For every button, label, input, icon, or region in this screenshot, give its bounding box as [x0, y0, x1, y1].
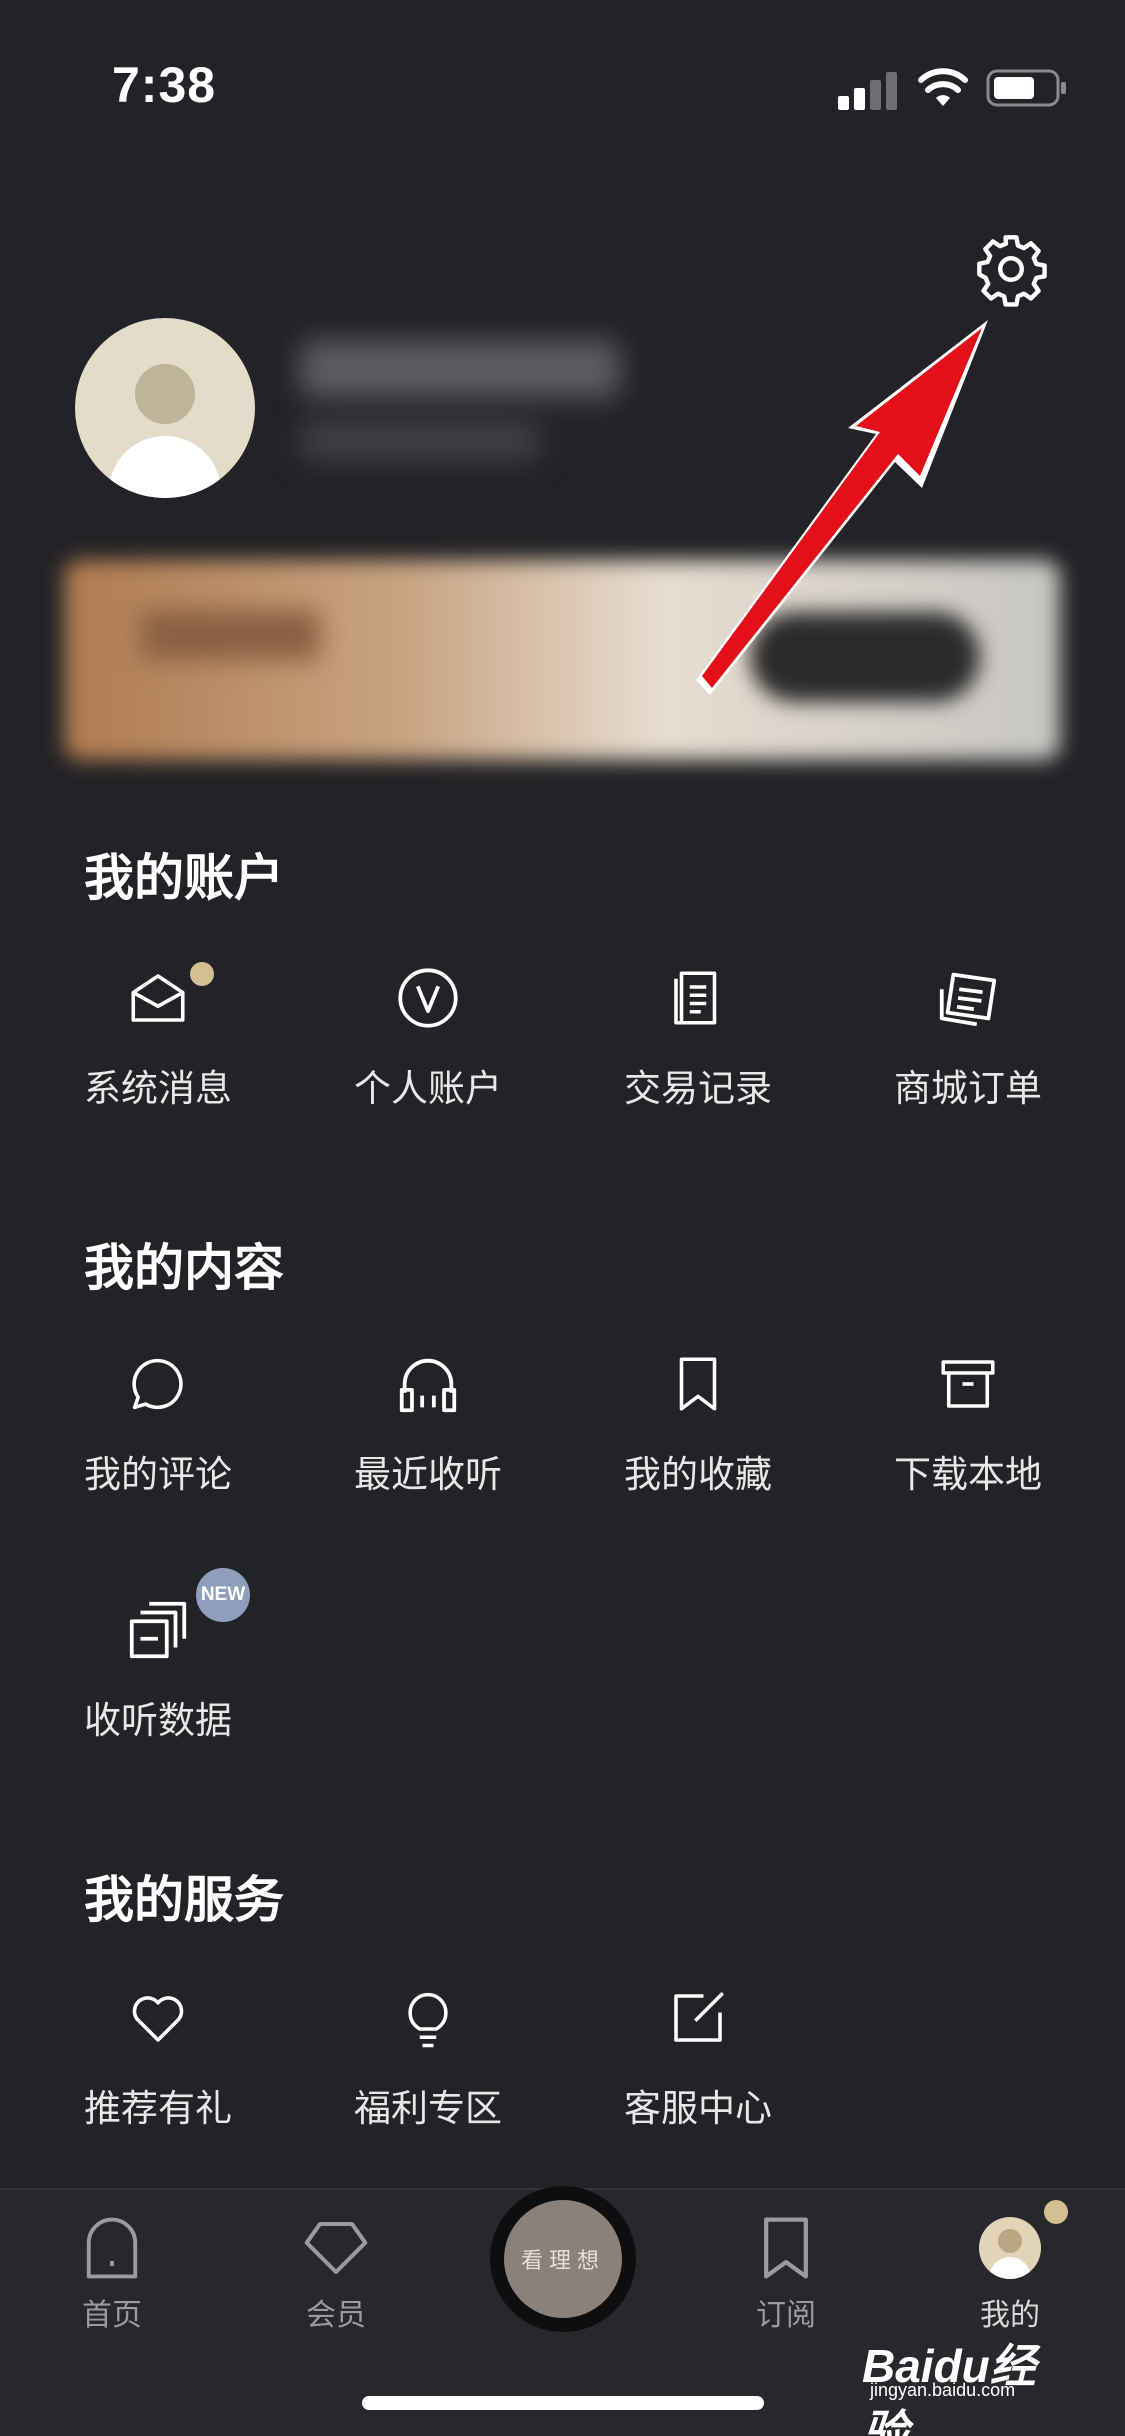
tab-avatar	[979, 2217, 1041, 2279]
item-label: 福利专区	[354, 2087, 502, 2130]
watermark-url: jingyan.baidu.com	[870, 2380, 1016, 2400]
stacked-cards-icon	[118, 1590, 198, 1670]
tab-home[interactable]: 首页	[32, 2190, 192, 2350]
item-recent-listening[interactable]: 最近收听	[318, 1344, 538, 1524]
heart-icon	[118, 1978, 198, 2058]
item-label: 商城订单	[894, 1067, 1042, 1110]
item-label: 我的收藏	[624, 1453, 772, 1496]
gear-icon	[977, 235, 1047, 307]
bookmark-icon	[746, 2208, 826, 2288]
avatar[interactable]	[75, 318, 255, 498]
item-welfare-zone[interactable]: 福利专区	[318, 1978, 538, 2158]
item-referral-gift[interactable]: 推荐有礼	[48, 1978, 268, 2158]
item-label: 推荐有礼	[84, 2087, 232, 2130]
status-time: 7:38	[112, 57, 217, 113]
avatar-body-shape	[109, 436, 221, 498]
chat-bubble-icon	[118, 1344, 198, 1424]
item-my-comments[interactable]: 我的评论	[48, 1344, 268, 1524]
lightbulb-icon	[388, 1978, 468, 2058]
item-customer-service[interactable]: 客服中心	[588, 1978, 808, 2158]
bookmark-icon	[658, 1344, 738, 1424]
annotation-arrow-icon	[696, 320, 988, 695]
tab-subscription[interactable]: 订阅	[706, 2190, 866, 2350]
new-badge: NEW	[196, 1568, 250, 1622]
section-title-content: 我的内容	[84, 1238, 284, 1297]
status-bar: 7:38	[0, 0, 1125, 160]
item-label: 我的评论	[84, 1453, 232, 1496]
center-play-button[interactable]: 看理想	[490, 2186, 636, 2332]
v-circle-icon	[388, 958, 468, 1038]
tab-label: 首页	[82, 2298, 142, 2333]
item-label: 收听数据	[84, 1699, 232, 1742]
item-label: 个人账户	[354, 1067, 502, 1110]
archive-box-icon	[928, 1344, 1008, 1424]
tab-label: 订阅	[756, 2298, 816, 2333]
arch-door-icon	[72, 2208, 152, 2288]
mail-open-icon	[118, 958, 198, 1038]
item-label: 最近收听	[354, 1453, 502, 1496]
pentagon-icon	[296, 2208, 376, 2288]
user-name-redacted[interactable]	[300, 340, 620, 398]
avatar-icon	[970, 2208, 1050, 2288]
item-system-messages[interactable]: 系统消息	[48, 958, 268, 1138]
item-personal-account[interactable]: 个人账户	[318, 958, 538, 1138]
section-title-account: 我的账户	[84, 848, 284, 907]
edit-square-icon	[658, 1978, 738, 2058]
home-indicator[interactable]	[362, 2396, 764, 2410]
banner-text-redacted	[140, 610, 320, 660]
wifi-icon	[918, 68, 968, 106]
user-subtitle-redacted	[300, 420, 540, 460]
item-label: 交易记录	[624, 1067, 772, 1110]
receipt-icon	[658, 958, 738, 1038]
center-button-label: 看理想	[504, 2200, 622, 2318]
battery-icon	[986, 69, 1066, 107]
item-download-local[interactable]: 下载本地	[858, 1344, 1078, 1524]
avatar-head-shape	[135, 364, 195, 424]
tab-notification-dot	[1044, 2200, 1068, 2224]
item-store-orders[interactable]: 商城订单	[858, 958, 1078, 1138]
unread-dot	[190, 962, 214, 986]
headphones-icon	[388, 1344, 468, 1424]
cellular-signal-icon	[838, 70, 900, 110]
tab-label: 会员	[306, 2298, 366, 2333]
item-label: 系统消息	[84, 1067, 232, 1110]
section-title-services: 我的服务	[84, 1870, 284, 1929]
item-label: 下载本地	[894, 1453, 1042, 1496]
item-label: 客服中心	[624, 2087, 772, 2130]
order-list-icon	[928, 958, 1008, 1038]
item-my-favorites[interactable]: 我的收藏	[588, 1344, 808, 1524]
settings-button[interactable]	[966, 224, 1056, 314]
item-transaction-records[interactable]: 交易记录	[588, 958, 808, 1138]
watermark: Baidu经验 jingyan.baidu.com	[862, 2320, 1072, 2436]
tab-membership[interactable]: 会员	[256, 2190, 416, 2350]
